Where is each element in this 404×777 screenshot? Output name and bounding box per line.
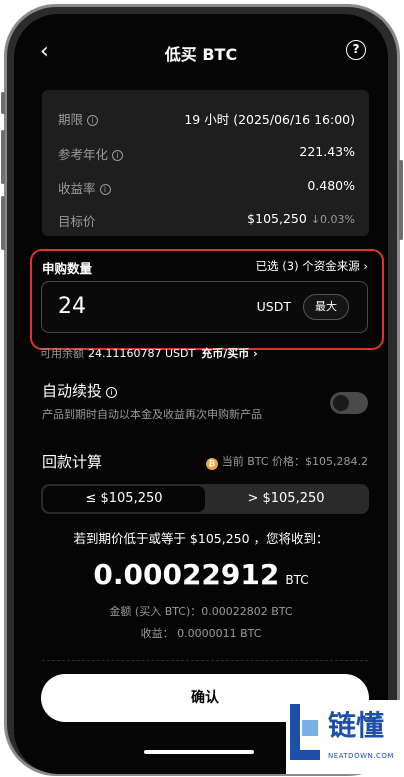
yield-value: 0.480% <box>307 178 355 193</box>
result-amount-value: 0.00022912 <box>93 558 280 591</box>
watermark-subtext: NEATDOWN.COM <box>328 752 394 760</box>
price-scenario-selector: ≤ $105,250 > $105,250 <box>41 484 369 514</box>
divider <box>42 660 368 661</box>
side-button <box>1 130 5 184</box>
result-amount: 0.00022912 BTC <box>14 558 388 591</box>
auto-reinvest-desc: 产品到期时自动以本金及收益再次申购新产品 <box>42 408 262 421</box>
amount-input[interactable]: 24 USDT 最大 <box>41 281 368 333</box>
top-bar: ‹ 低买 BTC ? <box>14 38 388 68</box>
max-button[interactable]: 最大 <box>303 294 349 320</box>
info-icon[interactable]: i <box>112 150 124 161</box>
phone-screen: ‹ 低买 BTC ? 期限 i 19 小时 (2025/06/16 16:00) … <box>14 14 388 774</box>
amount-value: 24 <box>58 294 86 319</box>
target-label: 目标价 <box>58 214 96 229</box>
return-calc-title: 回款计算 <box>42 453 103 471</box>
period-label: 期限 i <box>58 109 99 128</box>
scenario-tab-below[interactable]: ≤ $105,250 <box>43 486 205 512</box>
balance-value: 24.11160787 USDT <box>88 347 196 360</box>
subscribe-label: 申购数量 <box>42 261 93 276</box>
funding-source-link[interactable]: 已选 (3) 个资金来源 › <box>256 258 368 274</box>
auto-reinvest-title: 自动续投 i <box>42 380 118 401</box>
app-screen: ‹ 低买 BTC ? 期限 i 19 小时 (2025/06/16 16:00) … <box>14 14 388 774</box>
watermark-text: 链懂 <box>328 709 385 742</box>
yield-label: 收益率 i <box>58 178 111 197</box>
help-circle-icon[interactable]: ? <box>346 40 366 60</box>
info-icon[interactable]: i <box>87 115 99 126</box>
target-row: 目标价 $105,250 ↓0.03% <box>58 211 355 231</box>
auto-reinvest-toggle[interactable] <box>330 392 368 414</box>
apr-row: 参考年化 i 221.43% <box>58 144 355 164</box>
watermark-logo-icon <box>290 704 322 766</box>
btc-price: ₿ 当前 BTC 价格：$105,284.2 <box>205 453 368 470</box>
toggle-knob <box>333 395 349 411</box>
page-title: 低买 BTC <box>164 45 238 64</box>
result-description: 若到期价低于或等于 $105,250 ，您将收到： <box>73 531 329 546</box>
watermark-logo: 链懂 NEATDOWN.COM <box>286 700 400 774</box>
target-change: 0.03% <box>320 213 355 226</box>
scenario-tab-above[interactable]: > $105,250 <box>205 486 367 512</box>
chevron-right-icon: › <box>253 347 258 360</box>
bitcoin-icon: ₿ <box>205 458 218 470</box>
result-detail-amount: 金额 (买入 BTC)：0.00022802 BTC <box>109 605 293 618</box>
apr-value: 221.43% <box>299 144 355 159</box>
result-detail-profit: 收益： 0.0000011 BTC <box>140 627 262 640</box>
deposit-buy-link[interactable]: 充币/买币 › <box>201 347 257 360</box>
result-currency: BTC <box>285 573 309 587</box>
period-value: 19 小时 (2025/06/16 16:00) <box>184 112 355 127</box>
yield-row: 收益率 i 0.480% <box>58 178 355 198</box>
info-icon[interactable]: i <box>99 184 111 195</box>
arrow-down-icon: ↓ <box>310 213 321 226</box>
target-value: $105,250 ↓0.03% <box>247 211 355 226</box>
apr-label: 参考年化 i <box>58 144 124 163</box>
side-button <box>1 196 5 250</box>
side-button <box>1 92 5 114</box>
balance-label: 可用余额 <box>40 347 84 360</box>
home-indicator[interactable] <box>144 750 254 754</box>
side-button <box>399 160 403 240</box>
amount-unit: USDT <box>256 299 291 314</box>
balance-row: 可用余额 24.11160787 USDT 充币/买币 › <box>40 345 258 361</box>
chevron-right-icon: › <box>363 259 368 273</box>
product-info-card: 期限 i 19 小时 (2025/06/16 16:00) 参考年化 i 221.4… <box>42 90 369 236</box>
info-icon[interactable]: i <box>106 387 118 398</box>
period-row: 期限 i 19 小时 (2025/06/16 16:00) <box>58 109 355 129</box>
